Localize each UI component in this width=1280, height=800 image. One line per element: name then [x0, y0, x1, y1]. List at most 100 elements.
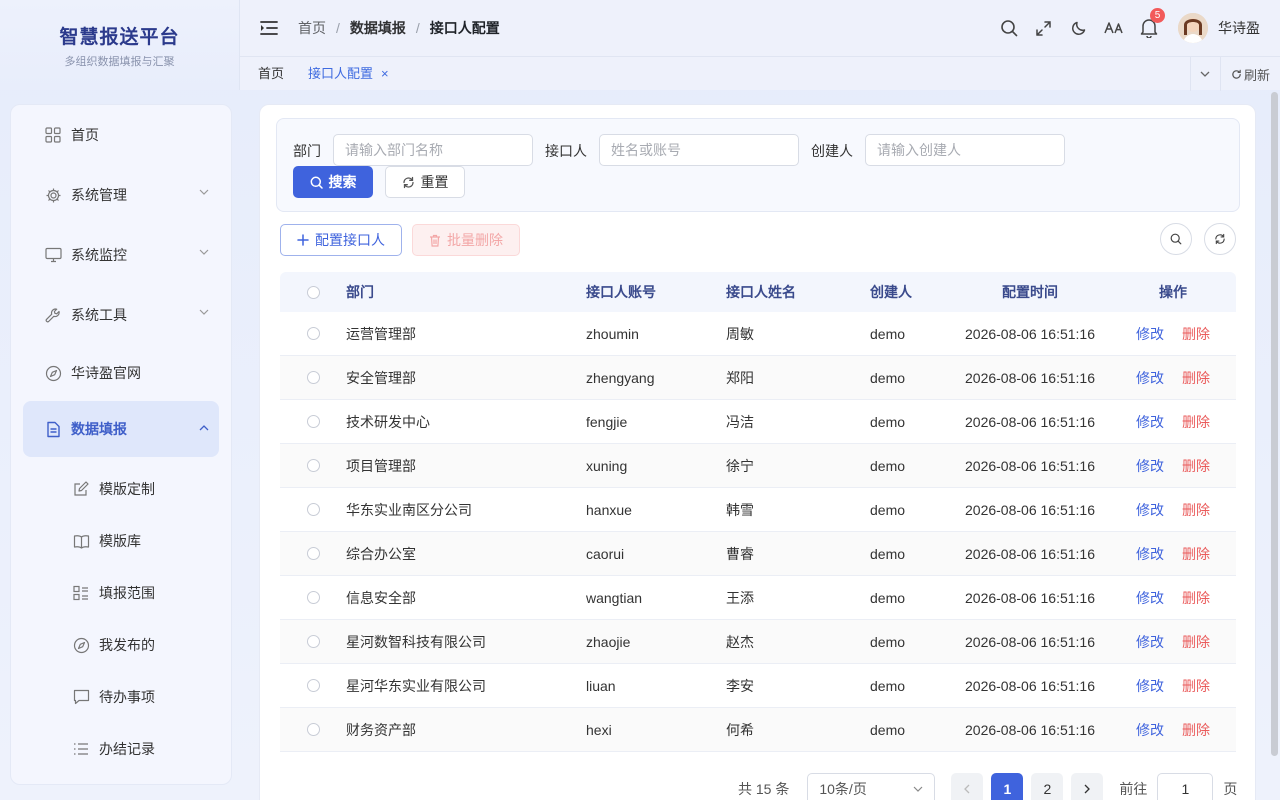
page-size-select[interactable]: 10条/页 — [807, 773, 936, 800]
tab-dropdown-button[interactable] — [1189, 57, 1220, 91]
creator-input[interactable] — [865, 134, 1065, 166]
row-checkbox[interactable] — [306, 327, 320, 340]
next-page-button[interactable] — [1071, 773, 1104, 800]
search-button[interactable]: 搜索 — [293, 166, 373, 198]
sidebar-item-system-tools[interactable]: 系统工具 — [11, 285, 231, 345]
filter-form: 部门 接口人 创建人 搜索 重置 — [276, 118, 1240, 212]
topbar: 首页 / 数据填报 / 接口人配置 5 华诗盈 — [240, 0, 1280, 56]
sidebar-item-official-site[interactable]: 华诗盈官网 — [11, 345, 231, 401]
fullscreen-button[interactable] — [1026, 0, 1061, 56]
delete-link[interactable]: 删除 — [1182, 544, 1210, 564]
row-checkbox[interactable] — [306, 591, 320, 604]
row-checkbox[interactable] — [306, 459, 320, 472]
sidebar-subitem-done-records[interactable]: 办结记录 — [11, 723, 231, 775]
delete-link[interactable]: 删除 — [1182, 500, 1210, 520]
menu-toggle-button[interactable] — [240, 0, 298, 56]
sidebar-item-label: 系统监控 — [71, 247, 127, 263]
tab-home[interactable]: 首页 — [246, 57, 296, 91]
delete-link[interactable]: 删除 — [1182, 456, 1210, 476]
delete-link[interactable]: 删除 — [1182, 412, 1210, 432]
search-label: 搜索 — [328, 174, 357, 190]
delete-link[interactable]: 删除 — [1182, 588, 1210, 608]
refresh-icon — [402, 176, 414, 188]
edit-icon — [72, 480, 90, 498]
row-checkbox[interactable] — [306, 547, 320, 560]
cell-dept: 安全管理部 — [346, 369, 416, 386]
font-size-button[interactable] — [1096, 0, 1131, 56]
search-button[interactable] — [991, 0, 1026, 56]
row-checkbox[interactable] — [306, 503, 320, 516]
row-checkbox[interactable] — [306, 371, 320, 384]
notification-button[interactable]: 5 — [1131, 0, 1166, 56]
chevron-down-icon — [913, 786, 923, 792]
breadcrumb-home[interactable]: 首页 — [298, 18, 326, 38]
page-scrollbar[interactable] — [1271, 92, 1278, 756]
contact-input[interactable] — [599, 134, 799, 166]
cell-name: 赵杰 — [726, 633, 754, 650]
row-checkbox[interactable] — [306, 679, 320, 692]
close-icon[interactable]: × — [381, 57, 389, 91]
sidebar: 首页 系统管理 系统监控 系统工具 华诗盈官网 数据填报 模版定制 模版库 填报… — [10, 104, 232, 785]
user-menu[interactable]: 华诗盈 — [1178, 13, 1260, 43]
cell-creator: demo — [870, 369, 906, 386]
reset-button[interactable]: 重置 — [385, 166, 465, 198]
sidebar-subitem-template-library[interactable]: 模版库 — [11, 515, 231, 567]
edit-link[interactable]: 修改 — [1136, 632, 1164, 652]
pagination-total: 共 15 条 — [738, 781, 790, 797]
moon-icon — [1071, 21, 1085, 35]
edit-link[interactable]: 修改 — [1136, 324, 1164, 344]
delete-link[interactable]: 删除 — [1182, 632, 1210, 652]
sidebar-subitem-published[interactable]: 我发布的 — [11, 619, 231, 671]
sidebar-item-data-fill[interactable]: 数据填报 — [23, 401, 219, 457]
breadcrumb-data-fill[interactable]: 数据填报 — [350, 18, 406, 38]
delete-link[interactable]: 删除 — [1182, 368, 1210, 388]
edit-link[interactable]: 修改 — [1136, 412, 1164, 432]
cell-account: hanxue — [586, 501, 632, 518]
tab-contact-config[interactable]: 接口人配置 × — [296, 57, 401, 91]
sidebar-subitem-todo[interactable]: 待办事项 — [11, 671, 231, 723]
cell-time: 2026-08-06 16:51:16 — [965, 677, 1095, 694]
select-all-checkbox[interactable] — [306, 285, 320, 299]
chevron-left-icon — [964, 784, 970, 794]
row-checkbox[interactable] — [306, 723, 320, 736]
cell-dept: 星河数智科技有限公司 — [346, 633, 486, 650]
dept-input[interactable] — [333, 134, 533, 166]
edit-link[interactable]: 修改 — [1136, 544, 1164, 564]
monitor-icon — [44, 246, 62, 264]
cell-name: 徐宁 — [726, 457, 754, 474]
sidebar-subitem-label: 我发布的 — [99, 637, 155, 653]
edit-link[interactable]: 修改 — [1136, 368, 1164, 388]
table-row: 信息安全部 wangtian 王添 demo 2026-08-06 16:51:16 修改… — [280, 576, 1236, 620]
toggle-search-button[interactable] — [1160, 223, 1192, 255]
sidebar-subitem-template-custom[interactable]: 模版定制 — [11, 463, 231, 515]
refresh-table-button[interactable] — [1204, 223, 1236, 255]
edit-link[interactable]: 修改 — [1136, 588, 1164, 608]
edit-link[interactable]: 修改 — [1136, 456, 1164, 476]
goto-prefix: 前往 — [1119, 781, 1148, 797]
cell-creator: demo — [870, 501, 906, 518]
delete-link[interactable]: 删除 — [1182, 324, 1210, 344]
sidebar-item-system-monitor[interactable]: 系统监控 — [11, 225, 231, 285]
prev-page-button[interactable] — [951, 773, 984, 800]
goto-page-input[interactable] — [1157, 773, 1214, 800]
page-1-button[interactable]: 1 — [991, 773, 1024, 800]
compass-icon — [44, 364, 62, 382]
refresh-tab-button[interactable]: 刷新 — [1219, 57, 1280, 91]
delete-link[interactable]: 删除 — [1182, 720, 1210, 740]
sidebar-item-home[interactable]: 首页 — [11, 105, 231, 165]
theme-toggle-button[interactable] — [1061, 0, 1096, 56]
sidebar-item-label: 系统管理 — [71, 187, 127, 203]
edit-link[interactable]: 修改 — [1136, 720, 1164, 740]
search-icon — [1170, 233, 1182, 245]
edit-link[interactable]: 修改 — [1136, 500, 1164, 520]
delete-link[interactable]: 删除 — [1182, 676, 1210, 696]
sidebar-subitem-fill-scope[interactable]: 填报范围 — [11, 567, 231, 619]
header-actions: 操作 — [1159, 284, 1187, 300]
batch-delete-button[interactable]: 批量删除 — [412, 224, 520, 256]
add-contact-button[interactable]: 配置接口人 — [280, 224, 402, 256]
sidebar-item-system-management[interactable]: 系统管理 — [11, 165, 231, 225]
edit-link[interactable]: 修改 — [1136, 676, 1164, 696]
row-checkbox[interactable] — [306, 635, 320, 648]
page-2-button[interactable]: 2 — [1031, 773, 1064, 800]
row-checkbox[interactable] — [306, 415, 320, 428]
